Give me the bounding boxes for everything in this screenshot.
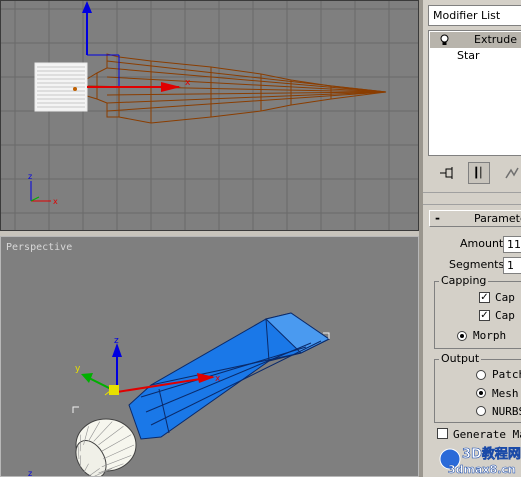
watermark-line2: 3dmax8.cn [448,463,516,476]
parameters-rollout-header[interactable]: - Parameters [429,210,521,227]
modify-panel: Modifier List Extrude Star - Paramet Amo… [423,0,521,477]
segments-spinner[interactable]: 1 [503,257,521,274]
stack-item-label: Extrude [474,33,518,46]
tube-body-perspective[interactable] [128,312,330,440]
segments-label: Segments: [449,258,508,271]
perspective-viewport[interactable]: z y x z Perspective [0,236,419,477]
viewport-label-perspective[interactable]: Perspective [6,242,72,253]
stack-item-label: Star [457,49,480,62]
cap-end-checkbox[interactable]: ✓ [479,310,490,321]
tube-cap-top[interactable] [34,62,88,112]
amount-label: Amount: [460,237,507,250]
generate-mapping-checkbox[interactable] [437,428,448,439]
cap-end-label: Cap End [495,309,521,322]
patch-radio[interactable] [476,370,486,380]
show-end-result-icon [475,166,482,179]
viewport-grid [1,1,418,230]
stack-item-star[interactable]: Star [430,49,521,65]
rollout-title: Parameters [474,212,521,225]
panel-divider [423,192,521,193]
generate-mapping-label: Generate Mapping Coords. [453,428,521,441]
morph-label: Morph [473,329,507,342]
cap-start-checkbox[interactable]: ✓ [479,292,490,303]
panel-divider [423,204,521,205]
axis-z-label-perspective: z [28,469,32,477]
tube-wireframe-top[interactable] [86,53,387,124]
nurbs-label: NURBS [492,405,521,418]
mesh-radio[interactable] [476,388,486,398]
capping-group-title: Capping [439,274,489,287]
perspective-viewport-canvas[interactable]: z y x z [1,237,419,477]
amount-spinner[interactable]: 11 [503,236,521,253]
modifier-stack[interactable]: Extrude Star [428,30,521,156]
tube-cap-perspective[interactable] [70,418,137,477]
make-unique-icon[interactable] [502,162,521,184]
output-group-title: Output [439,352,482,365]
nurbs-radio[interactable] [476,406,486,416]
gizmo-y-label: y [75,364,81,374]
cap-start-label: Cap Start [495,291,521,304]
watermark-line1: 3D教程网 [462,446,521,462]
top-viewport-canvas[interactable]: x z x [1,1,419,231]
morph-radio[interactable] [457,331,467,341]
axis-z-label-top: z [28,172,32,181]
gizmo-x-label: x [185,78,191,88]
pin-stack-icon[interactable] [436,162,458,184]
axis-tripod-top [30,181,51,202]
rollout-collapse-icon: - [435,211,440,225]
axis-x-label-top: x [53,197,58,206]
modifier-list-dropdown[interactable]: Modifier List [428,5,521,26]
gizmo-z-label: z [114,336,119,346]
site-watermark-logo: 3D教程网 3dmax8.cn [439,446,521,476]
patch-label: Patch [492,368,521,381]
gizmo-x-label-perspective: x [215,374,221,384]
mesh-label: Mesh [492,387,519,400]
stack-toolbar [428,158,521,188]
lightbulb-icon[interactable] [439,34,450,46]
show-end-result-button[interactable] [468,162,490,184]
top-viewport[interactable]: x z x [0,0,419,231]
stack-item-extrude[interactable]: Extrude [430,32,521,48]
